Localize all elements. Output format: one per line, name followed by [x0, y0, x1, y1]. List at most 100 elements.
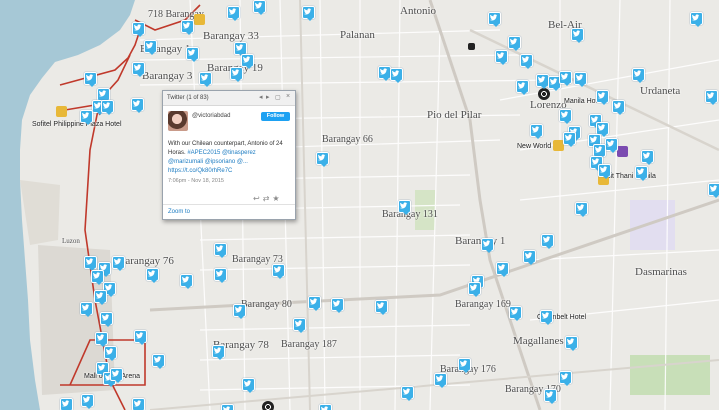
twitter-marker-icon[interactable] — [212, 345, 225, 360]
twitter-marker-icon[interactable] — [563, 132, 576, 147]
twitter-marker-icon[interactable] — [530, 124, 543, 139]
twitter-marker-icon[interactable] — [375, 300, 388, 315]
twitter-marker-icon[interactable] — [101, 100, 114, 115]
twitter-marker-icon[interactable] — [544, 389, 557, 404]
twitter-marker-icon[interactable] — [571, 28, 584, 43]
twitter-marker-icon[interactable] — [242, 378, 255, 393]
twitter-marker-icon[interactable] — [509, 306, 522, 321]
twitter-marker-icon[interactable] — [227, 6, 240, 21]
twitter-marker-icon[interactable] — [110, 368, 123, 383]
reply-icon[interactable]: ↩ — [253, 194, 263, 203]
twitter-marker-icon[interactable] — [293, 318, 306, 333]
twitter-marker-icon[interactable] — [134, 330, 147, 345]
twitter-marker-icon[interactable] — [199, 72, 212, 87]
twitter-marker-icon[interactable] — [144, 40, 157, 55]
poi-new-world[interactable]: New World — [517, 143, 551, 150]
avatar[interactable] — [168, 111, 188, 131]
twitter-marker-icon[interactable] — [253, 0, 266, 15]
photo-marker-icon[interactable] — [617, 146, 628, 157]
twitter-marker-icon[interactable] — [516, 80, 529, 95]
twitter-marker-icon[interactable] — [635, 166, 648, 181]
twitter-marker-icon[interactable] — [596, 90, 609, 105]
twitter-marker-icon[interactable] — [541, 234, 554, 249]
twitter-marker-icon[interactable] — [401, 386, 414, 401]
twitter-marker-icon[interactable] — [331, 298, 344, 313]
twitter-marker-icon[interactable] — [146, 268, 159, 283]
twitter-marker-icon[interactable] — [233, 304, 246, 319]
twitter-marker-icon[interactable] — [632, 68, 645, 83]
target-marker-icon[interactable] — [262, 401, 274, 410]
twitter-marker-icon[interactable] — [241, 54, 254, 69]
twitter-marker-icon[interactable] — [104, 346, 117, 361]
twitter-marker-icon[interactable] — [605, 138, 618, 153]
twitter-marker-icon[interactable] — [574, 72, 587, 87]
retweet-icon[interactable]: ⇄ — [263, 194, 273, 203]
twitter-marker-icon[interactable] — [708, 183, 719, 198]
twitter-marker-icon[interactable] — [598, 164, 611, 179]
twitter-marker-icon[interactable] — [60, 398, 73, 410]
twitter-marker-icon[interactable] — [559, 71, 572, 86]
twitter-marker-icon[interactable] — [152, 354, 165, 369]
twitter-marker-icon[interactable] — [458, 358, 471, 373]
twitter-marker-icon[interactable] — [508, 36, 521, 51]
maximize-icon[interactable]: ▢ — [275, 94, 281, 101]
twitter-marker-icon[interactable] — [214, 268, 227, 283]
twitter-marker-icon[interactable] — [112, 256, 125, 271]
twitter-marker-icon[interactable] — [481, 238, 494, 253]
twitter-marker-icon[interactable] — [132, 22, 145, 37]
twitter-marker-icon[interactable] — [81, 394, 94, 409]
twitter-marker-icon[interactable] — [91, 270, 104, 285]
twitter-marker-icon[interactable] — [559, 371, 572, 386]
twitter-marker-icon[interactable] — [575, 202, 588, 217]
twitter-marker-icon[interactable] — [186, 47, 199, 62]
twitter-marker-icon[interactable] — [131, 98, 144, 113]
twitter-marker-icon[interactable] — [308, 296, 321, 311]
photo-marker-icon[interactable] — [468, 43, 475, 50]
twitter-marker-icon[interactable] — [230, 67, 243, 82]
twitter-marker-icon[interactable] — [434, 373, 447, 388]
twitter-marker-icon[interactable] — [80, 110, 93, 125]
tweet-link[interactable]: https://t.co/Qk80rhRe7C — [168, 168, 232, 174]
twitter-marker-icon[interactable] — [214, 243, 227, 258]
twitter-marker-icon[interactable] — [612, 100, 625, 115]
twitter-marker-icon[interactable] — [272, 264, 285, 279]
twitter-marker-icon[interactable] — [641, 150, 654, 165]
twitter-marker-icon[interactable] — [316, 152, 329, 167]
twitter-marker-icon[interactable] — [302, 6, 315, 21]
twitter-marker-icon[interactable] — [468, 282, 481, 297]
photo-marker-icon[interactable] — [194, 14, 205, 25]
twitter-marker-icon[interactable] — [319, 404, 332, 410]
twitter-marker-icon[interactable] — [180, 274, 193, 289]
twitter-marker-icon[interactable] — [80, 302, 93, 317]
twitter-marker-icon[interactable] — [690, 12, 703, 27]
twitter-marker-icon[interactable] — [132, 398, 145, 410]
twitter-marker-icon[interactable] — [181, 20, 194, 35]
target-marker-icon[interactable] — [538, 88, 550, 100]
prev-icon[interactable]: ◂ — [259, 93, 263, 101]
zoom-to-link[interactable]: Zoom to — [168, 209, 190, 215]
follow-button[interactable]: Follow — [261, 112, 290, 121]
twitter-marker-icon[interactable] — [495, 50, 508, 65]
twitter-marker-icon[interactable] — [100, 312, 113, 327]
twitter-marker-icon[interactable] — [559, 109, 572, 124]
twitter-marker-icon[interactable] — [496, 262, 509, 277]
next-icon[interactable]: ▸ — [266, 93, 270, 101]
twitter-marker-icon[interactable] — [94, 290, 107, 305]
twitter-marker-icon[interactable] — [84, 256, 97, 271]
twitter-marker-icon[interactable] — [95, 332, 108, 347]
twitter-marker-icon[interactable] — [488, 12, 501, 27]
twitter-marker-icon[interactable] — [705, 90, 718, 105]
twitter-marker-icon[interactable] — [221, 404, 234, 410]
photo-marker-icon[interactable] — [56, 106, 67, 117]
twitter-marker-icon[interactable] — [523, 250, 536, 265]
twitter-marker-icon[interactable] — [132, 62, 145, 77]
twitter-marker-icon[interactable] — [540, 310, 553, 325]
twitter-marker-icon[interactable] — [84, 72, 97, 87]
favorite-icon[interactable]: ★ — [272, 194, 282, 203]
twitter-marker-icon[interactable] — [390, 68, 403, 83]
twitter-marker-icon[interactable] — [565, 336, 578, 351]
twitter-marker-icon[interactable] — [520, 54, 533, 69]
poi-sofitel[interactable]: Sofitel Philippine Plaza Hotel — [32, 121, 122, 128]
twitter-marker-icon[interactable] — [398, 200, 411, 215]
map-view[interactable]: 718 Barangay Barangay 33 Barangay 1 Bara… — [0, 0, 719, 410]
